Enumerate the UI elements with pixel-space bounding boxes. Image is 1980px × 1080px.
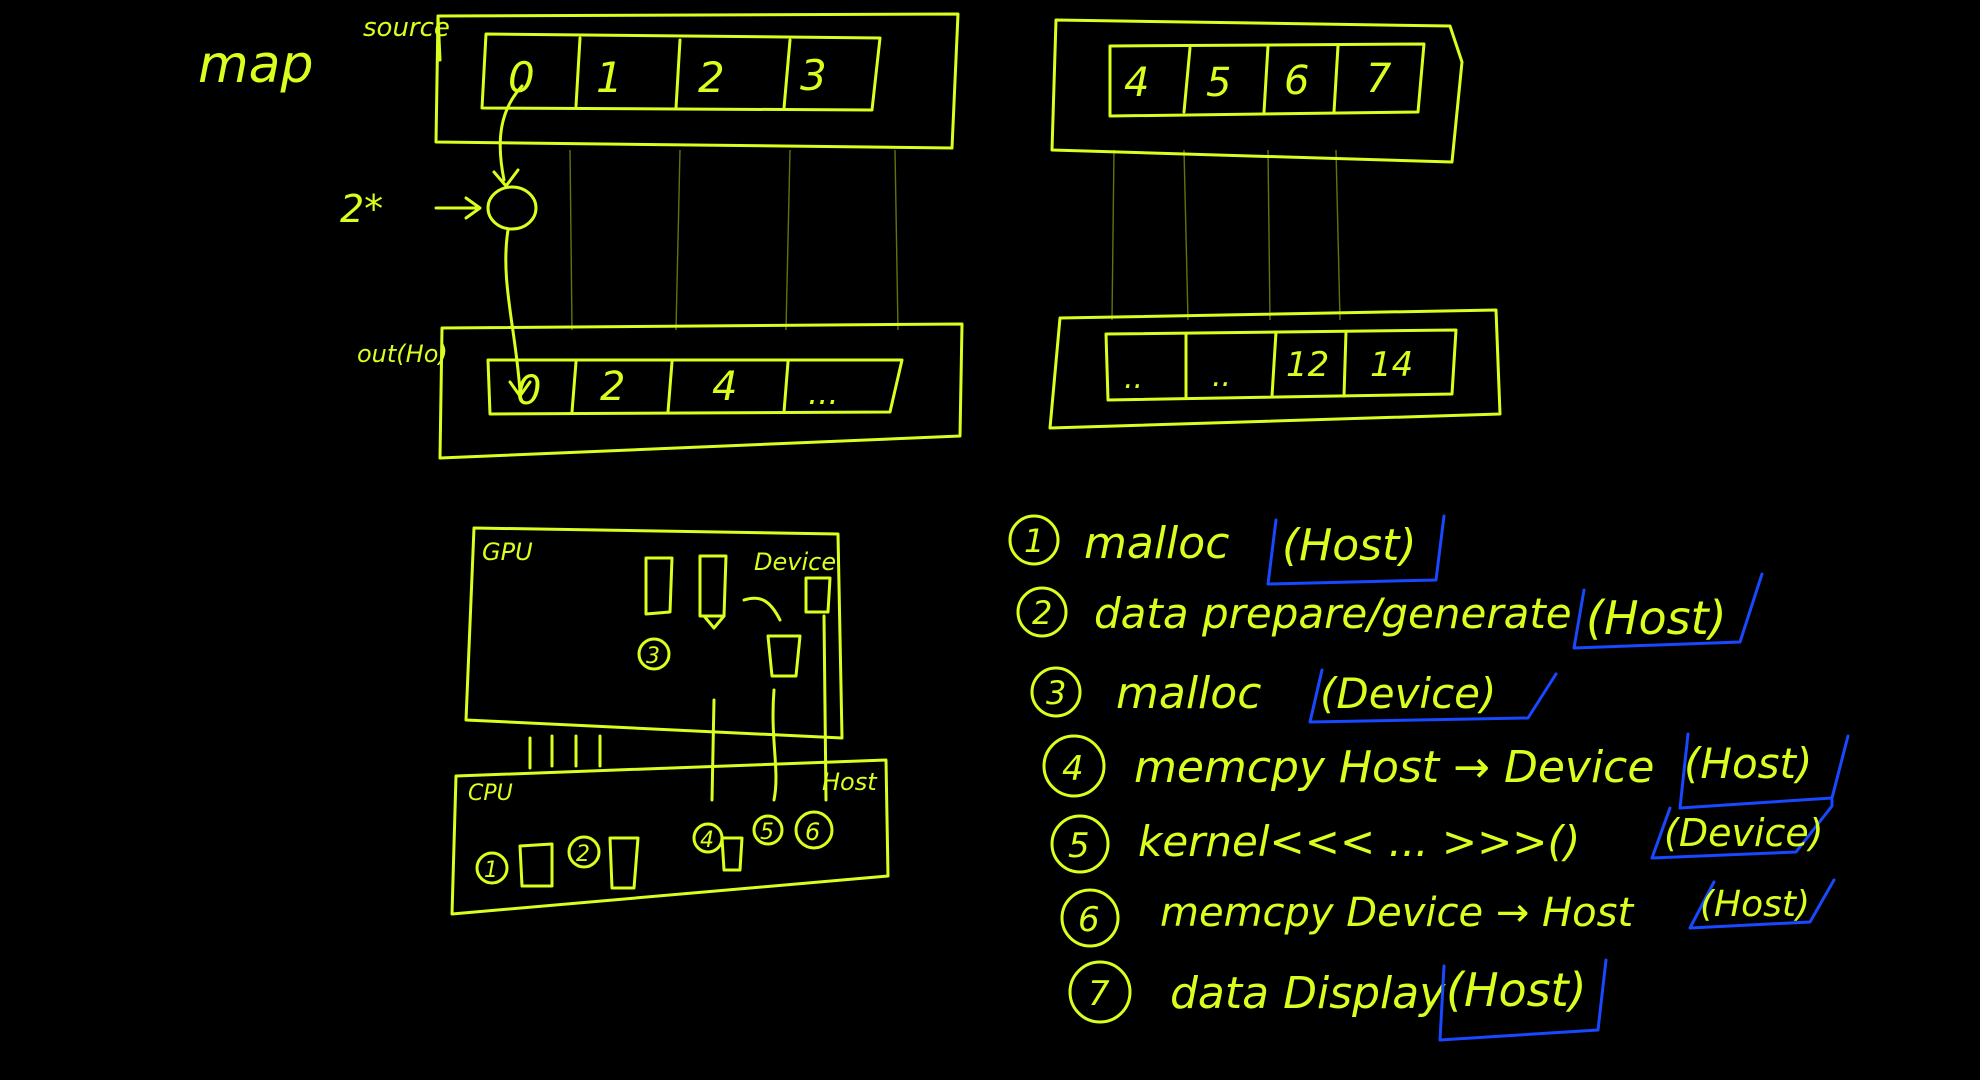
source-cell: 4 — [1124, 60, 1149, 106]
operation-label: 2* — [340, 187, 383, 231]
step-number: 4 — [1062, 749, 1084, 789]
output-cell: .. — [1124, 361, 1143, 396]
hw-marker: 5 — [760, 820, 774, 845]
output-cell: 14 — [1370, 345, 1413, 385]
step-text: data Display — [1170, 968, 1446, 1019]
output-cell: 2 — [600, 364, 625, 410]
gpu-label: GPU — [482, 538, 533, 566]
cpu-label: CPU — [468, 781, 513, 806]
step-tag: (Host) — [1586, 591, 1727, 645]
step-number: 6 — [1078, 900, 1100, 940]
step-number: 7 — [1088, 974, 1110, 1014]
step-text: memcpy Host → Device — [1134, 742, 1654, 793]
source-cell: 0 — [508, 53, 535, 102]
step-tag: (Host) — [1446, 963, 1587, 1017]
step-tag: (Host) — [1684, 739, 1812, 788]
device-label: Device — [754, 548, 836, 576]
step-tag: (Host) — [1700, 884, 1810, 925]
step-text: data prepare/generate — [1094, 589, 1572, 638]
step-text: memcpy Device → Host — [1160, 890, 1634, 936]
source-cell: 6 — [1284, 58, 1309, 104]
source-cell: 5 — [1206, 60, 1231, 106]
source-cell: 7 — [1366, 56, 1392, 102]
map-title: map — [198, 35, 314, 95]
step-text: malloc — [1116, 668, 1261, 719]
output-cell: 0 — [516, 368, 541, 414]
output-label: out(Ho) — [357, 340, 448, 368]
hw-marker: 1 — [484, 858, 498, 883]
hw-marker: 3 — [646, 644, 660, 669]
hw-marker: 6 — [805, 818, 820, 846]
step-tag: (Device) — [1320, 669, 1496, 718]
host-label: Host — [822, 768, 878, 796]
output-cell: .. — [1212, 359, 1231, 394]
output-cell: 12 — [1286, 345, 1329, 385]
step-tag: (Host) — [1282, 520, 1417, 571]
step-text: kernel<<< ... >>>() — [1138, 817, 1580, 866]
step-number: 2 — [1032, 594, 1052, 632]
source-cell: 2 — [698, 53, 725, 102]
whiteboard-canvas: map source out(Ho) 2* 0 1 2 3 4 5 6 7 0 … — [0, 0, 1980, 1080]
step-number: 1 — [1024, 522, 1044, 560]
hw-marker: 4 — [700, 828, 714, 853]
step-number: 3 — [1046, 674, 1066, 712]
output-cell: 4 — [712, 364, 737, 410]
hw-marker: 2 — [576, 842, 590, 867]
output-cell: ... — [808, 374, 839, 412]
background — [0, 0, 1980, 1080]
step-number: 5 — [1068, 826, 1090, 866]
step-tag: (Device) — [1664, 811, 1824, 855]
source-cell: 1 — [596, 53, 623, 102]
step-text: malloc — [1084, 518, 1229, 569]
source-cell: 3 — [800, 51, 827, 100]
